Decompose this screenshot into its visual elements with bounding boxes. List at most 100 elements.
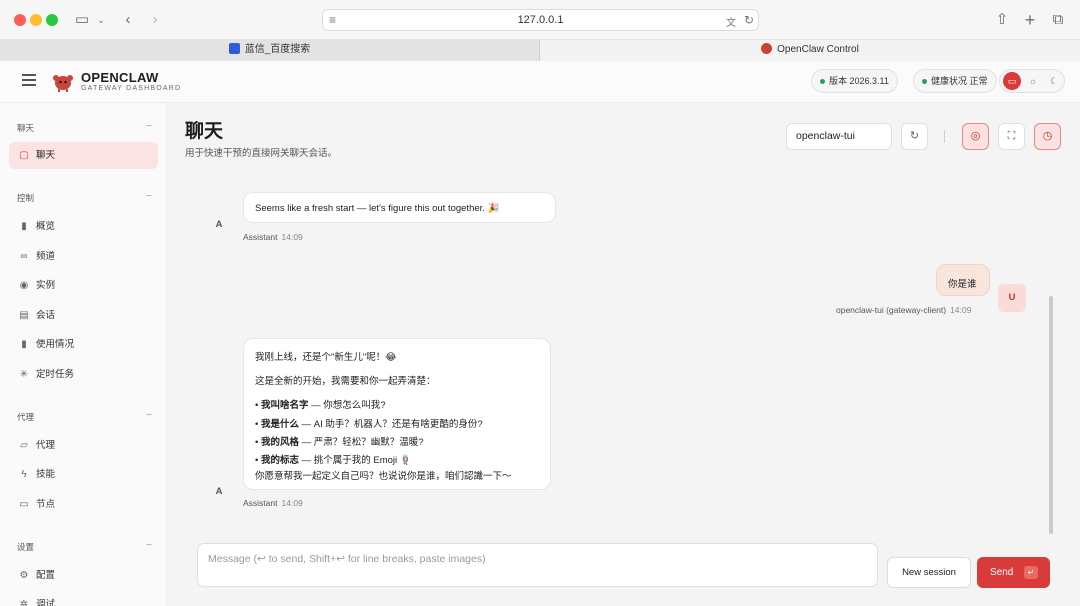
sidebar-item-label: 使用情况	[36, 339, 75, 350]
sidebar-item-debug[interactable]: ✲ 调试	[9, 591, 158, 606]
version-badge: 版本 2026.3.11	[811, 69, 898, 93]
send-button[interactable]: Send ↵	[977, 557, 1050, 588]
sidebar-item-usage[interactable]: ▮ 使用情况	[9, 331, 158, 358]
sidebar-item-label: 技能	[36, 469, 56, 480]
message-bullet: • 我是什么 — AI 助手？机器人？还是有啥更酷的身份?	[255, 419, 483, 430]
collapse-icon[interactable]: −	[146, 121, 152, 132]
bullet-title: 我的风格	[260, 437, 299, 448]
message-meta: Assistant 14:09	[243, 232, 303, 242]
forward-icon[interactable]: ›	[145, 10, 165, 30]
sidebar-toggle-icon[interactable]: ▭	[72, 10, 92, 30]
section-title: 控制	[17, 193, 35, 203]
bullet-text: — AI 助手？机器人？还是有啥更酷的身份?	[298, 419, 483, 430]
baidu-icon	[228, 43, 240, 54]
message-text: 你是谁	[948, 279, 977, 290]
moon-icon[interactable]: ☾	[1045, 72, 1063, 90]
bar-chart-icon: ▮	[21, 339, 27, 350]
message-bullet: • 我的风格 — 严肃？轻松？幽默？温暖?	[255, 437, 424, 448]
message-time: 14:09	[950, 305, 972, 315]
sidebar-item-label: 调试	[36, 599, 56, 606]
monitor-icon[interactable]: ▭	[1003, 72, 1021, 90]
sidebar-section-chat[interactable]: 聊天 −	[17, 121, 152, 134]
thinking-toggle-button[interactable]: ◎	[962, 123, 989, 150]
broadcast-icon: ◉	[19, 280, 29, 291]
assistant-message-bubble: 我刚上线，还是个"新生儿"呢！😂 这是全新的开始，我需要和你一起弄清楚： • 我…	[243, 338, 551, 490]
menu-icon[interactable]	[22, 74, 36, 88]
minimize-window-button[interactable]	[30, 14, 42, 26]
sidebar-item-cron[interactable]: ✳ 定时任务	[9, 361, 158, 388]
sidebar-item-chat[interactable]: ▢ 聊天	[9, 142, 158, 169]
sidebar-item-instances[interactable]: ◉ 实例	[9, 272, 158, 299]
reload-icon[interactable]: ↻	[744, 13, 754, 27]
sun-icon[interactable]: ☼	[1024, 72, 1042, 90]
bullet-title: 我叫啥名字	[260, 400, 309, 411]
sidebar-item-label: 概览	[36, 221, 56, 232]
bullet-text: — 你想怎么叫我?	[308, 400, 386, 411]
folder-icon: ▱	[20, 440, 28, 451]
sidebar-item-channels[interactable]: ∞ 频道	[9, 243, 158, 270]
message-lead: 这是全新的开始，我需要和你一起弄清楚：	[255, 376, 436, 387]
health-badge: 健康状况 正常	[913, 69, 997, 93]
tab-title: OpenClaw Control	[777, 44, 859, 55]
gear-icon: ⚙	[19, 570, 29, 581]
send-label: Send	[990, 567, 1014, 578]
bar-chart-icon: ▮	[21, 221, 27, 232]
message-time: 14:09	[281, 498, 303, 508]
section-title: 代理	[17, 412, 35, 422]
monitor-icon: ▭	[19, 499, 29, 510]
message-bullet: • 我的标志 — 挑个属于我的 Emoji 🪢	[255, 455, 412, 466]
sidebar-section-agents[interactable]: 代理 −	[17, 410, 152, 423]
bullet-text: — 严肃？轻松？幽默？温暖?	[298, 437, 424, 448]
brand-subtitle: GATEWAY DASHBOARD	[81, 85, 182, 92]
session-select[interactable]: openclaw-tui	[786, 123, 892, 150]
message-sender: Assistant	[243, 498, 278, 508]
sidebar-section-settings[interactable]: 设置 −	[17, 540, 152, 553]
collapse-icon[interactable]: −	[146, 410, 152, 421]
message-sender: openclaw-tui (gateway-client)	[836, 305, 947, 315]
page-title: 聊天	[185, 121, 224, 142]
tab-overview-icon[interactable]: ⧉	[1048, 10, 1068, 30]
document-icon: ▤	[19, 310, 29, 321]
sidebar-item-overview[interactable]: ▮ 概览	[9, 213, 158, 240]
sidebar-section-control[interactable]: 控制 −	[17, 191, 152, 204]
page-subtitle: 用于快速干预的直接网关聊天会话。	[185, 148, 338, 159]
translate-icon[interactable]: 文	[726, 14, 736, 29]
message-meta: Assistant 14:09	[243, 498, 303, 508]
tab-openclaw[interactable]: OpenClaw Control	[540, 40, 1080, 61]
zoom-window-button[interactable]	[46, 14, 58, 26]
collapse-icon[interactable]: −	[146, 191, 152, 202]
back-icon[interactable]: ‹	[118, 10, 138, 30]
focus-mode-button[interactable]: ⛶	[998, 123, 1025, 150]
sidebar: 聊天 − ▢ 聊天 控制 − ▮ 概览 ∞ 频道 ◉ 实例 ▤ 会话 ▮ 使用情况 ✳ 定时任务 …	[0, 103, 167, 606]
clock-icon: ◷	[1042, 130, 1053, 142]
user-message-bubble: 你是谁	[936, 264, 990, 296]
sidebar-item-label: 定时任务	[36, 369, 75, 380]
chat-scrollbar[interactable]	[1049, 296, 1053, 534]
address-bar[interactable]: ≡ 127.0.0.1 文 ↻	[322, 9, 759, 31]
tab-baidu[interactable]: 蓝信_百度搜索	[0, 40, 540, 61]
close-window-button[interactable]	[14, 14, 26, 26]
collapse-icon[interactable]: −	[146, 540, 152, 551]
refresh-button[interactable]: ↻	[901, 123, 928, 150]
openclaw-icon	[761, 43, 773, 54]
chevron-down-icon[interactable]: ⌄	[94, 10, 108, 30]
sidebar-item-label: 配置	[36, 570, 56, 581]
sidebar-item-skills[interactable]: ϟ 技能	[9, 461, 158, 488]
sidebar-item-agents[interactable]: ▱ 代理	[9, 432, 158, 459]
version-text: 版本 2026.3.11	[829, 76, 889, 86]
message-input[interactable]: Message (↩ to send, Shift+↩ for line bre…	[197, 543, 878, 587]
message-time: 14:09	[281, 232, 303, 242]
status-dot-icon	[820, 79, 825, 84]
refresh-icon: ↻	[909, 130, 920, 142]
share-icon[interactable]: ⇧	[992, 10, 1012, 30]
enter-key-icon: ↵	[1024, 566, 1038, 579]
sidebar-item-label: 节点	[36, 499, 56, 510]
sidebar-item-nodes[interactable]: ▭ 节点	[9, 491, 158, 518]
brain-icon: ◎	[970, 130, 981, 142]
bolt-icon: ϟ	[21, 469, 27, 480]
sidebar-item-config[interactable]: ⚙ 配置	[9, 562, 158, 589]
new-tab-icon[interactable]: +	[1020, 10, 1040, 30]
history-button[interactable]: ◷	[1034, 123, 1061, 150]
new-session-button[interactable]: New session	[887, 557, 971, 588]
sidebar-item-sessions[interactable]: ▤ 会话	[9, 302, 158, 329]
